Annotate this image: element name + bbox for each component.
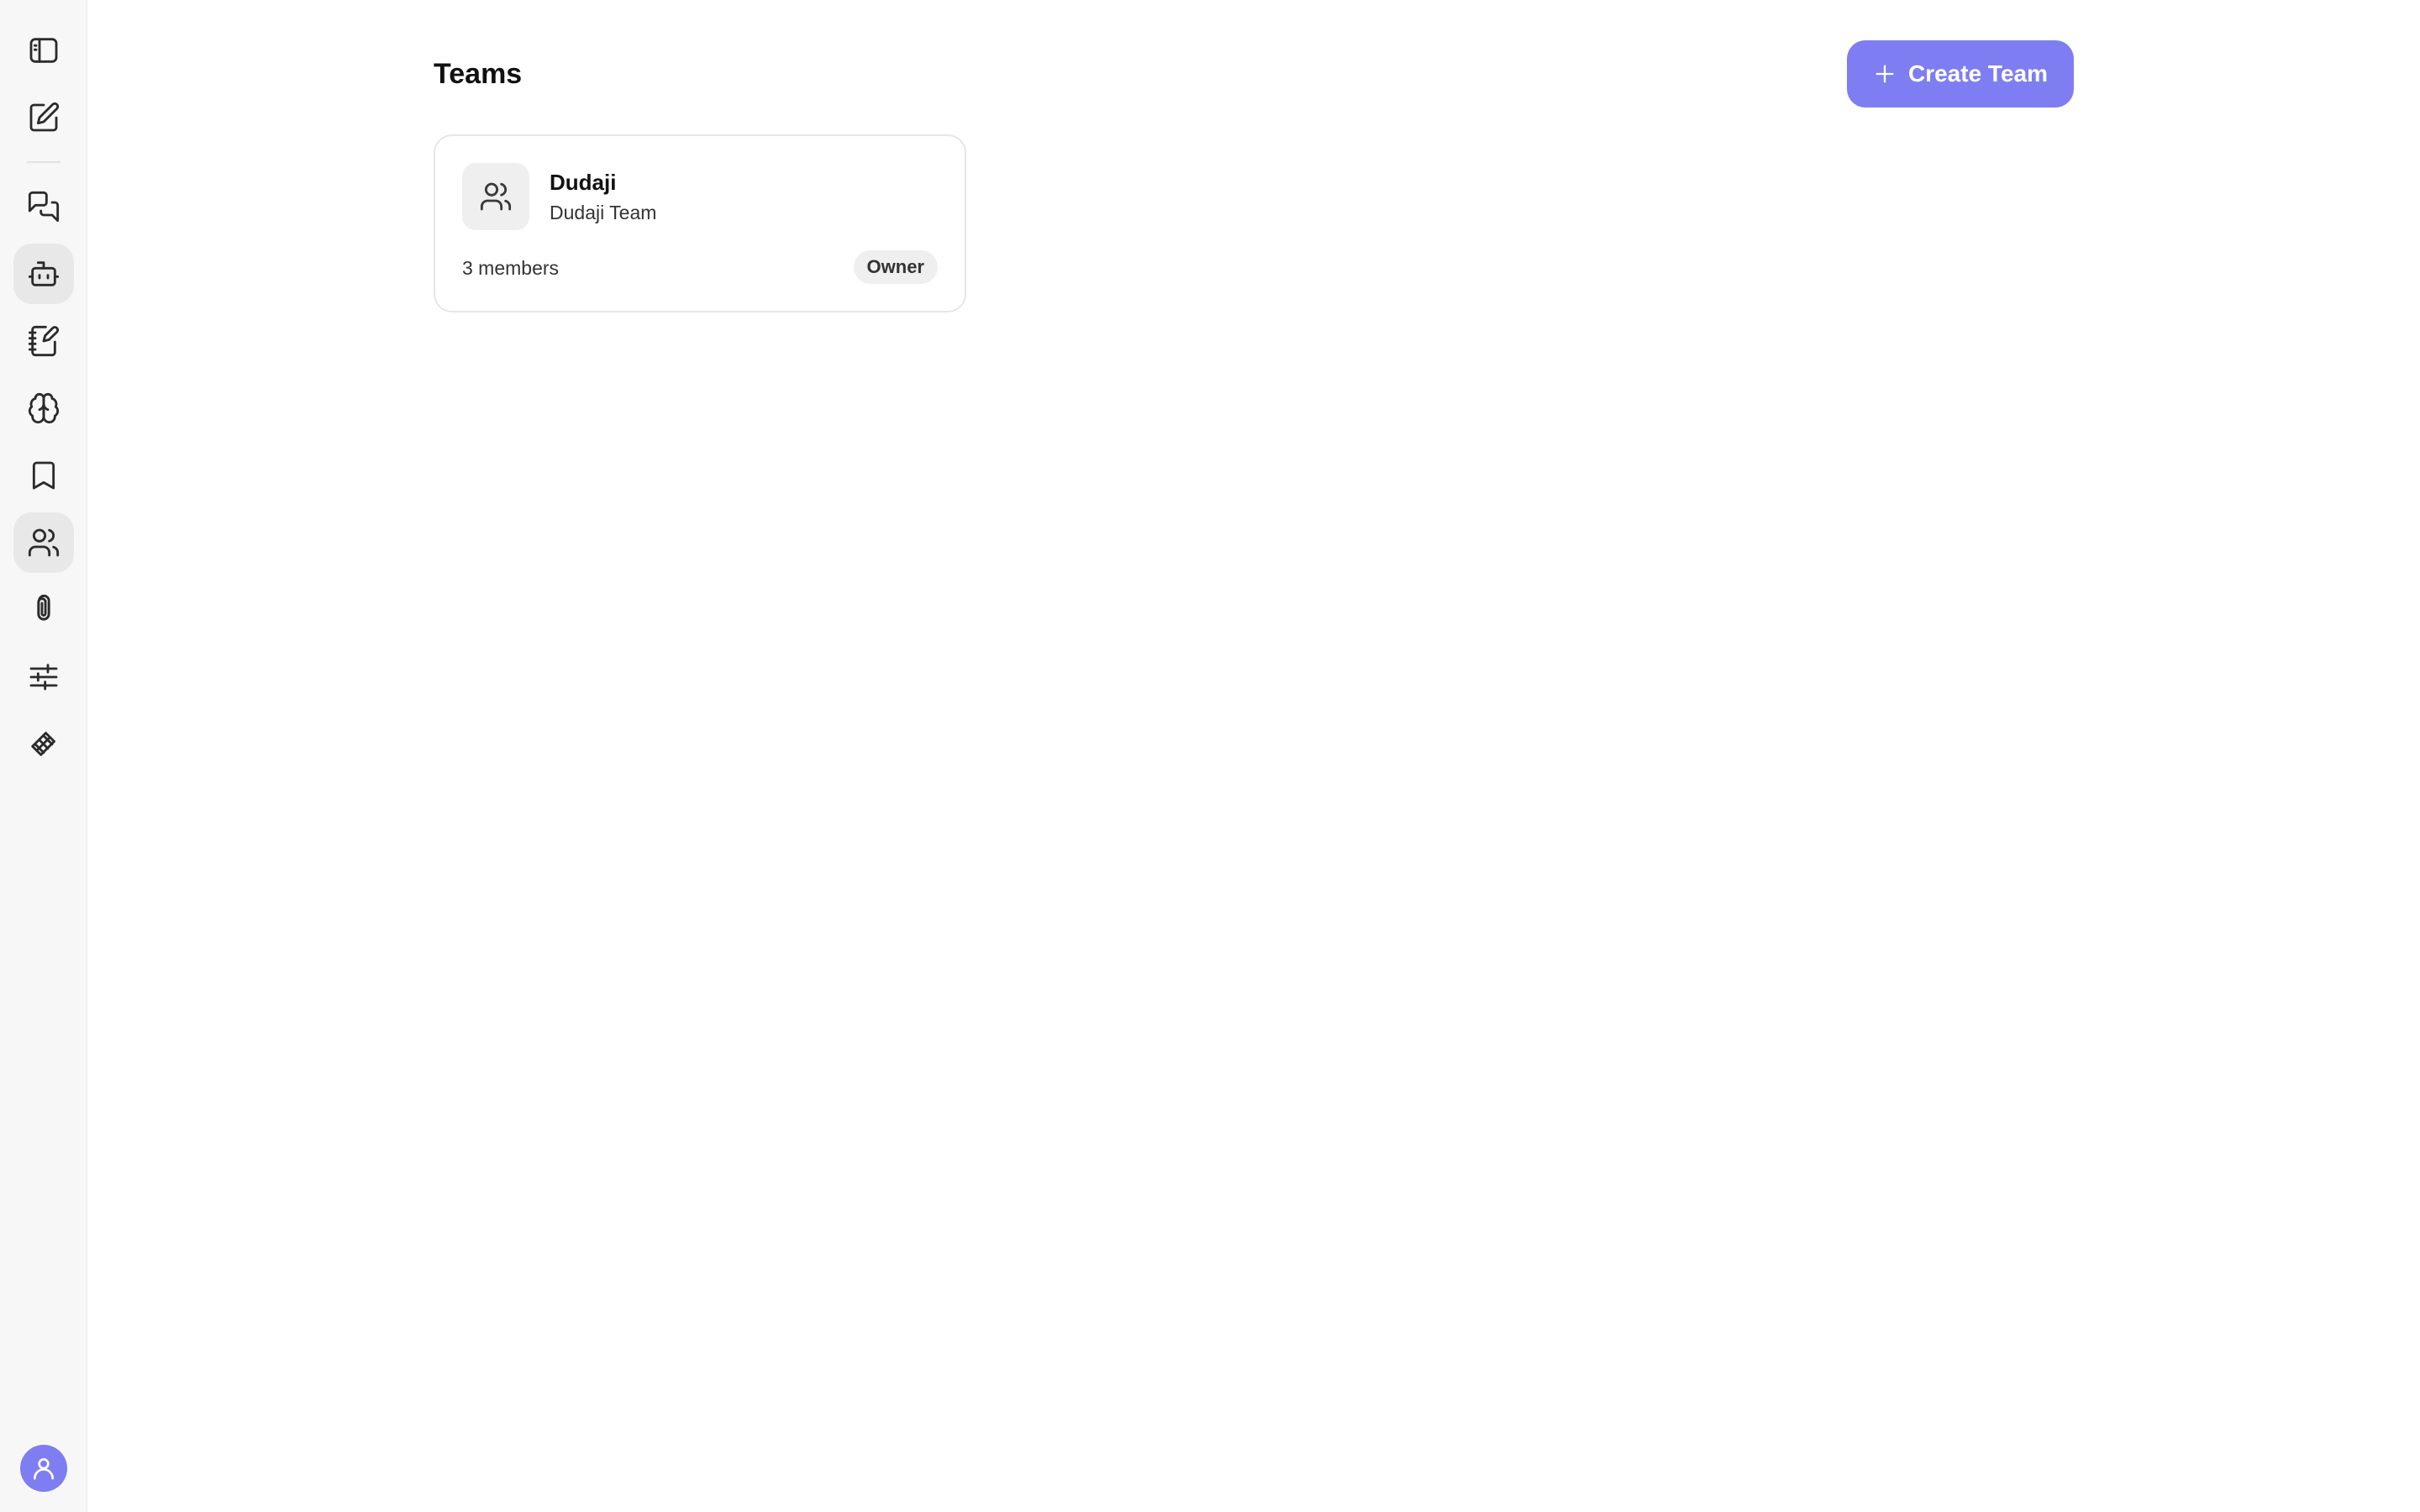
notebook-pen-icon [28, 325, 60, 357]
sliders-icon [29, 664, 58, 690]
sidebar-item-attachments[interactable] [13, 580, 74, 640]
team-name: Dudaji [550, 170, 617, 195]
team-description: Dudaji Team [550, 202, 657, 223]
team-avatar [462, 163, 529, 230]
sidebar [0, 0, 87, 1512]
profile-avatar-button[interactable] [20, 1445, 67, 1492]
bot-icon [28, 261, 60, 286]
users-icon [480, 182, 512, 211]
team-card[interactable]: Dudaji Dudaji Team 3 members Owner [434, 134, 966, 312]
users-icon [28, 528, 60, 557]
user-icon [34, 1458, 54, 1480]
bookmark-icon [32, 461, 55, 490]
messages-icon [28, 191, 60, 223]
sidebar-item-teams[interactable] [13, 512, 74, 573]
sidebar-item-settings[interactable] [13, 647, 74, 707]
sidebar-item-agents[interactable] [13, 244, 74, 304]
sidebar-item-memory[interactable] [13, 378, 74, 438]
edit-icon [29, 102, 60, 132]
layers-icon [31, 732, 55, 756]
app-root: Teams Create Team Dudaji Dudaji Team 3 m… [0, 0, 2420, 1512]
sidebar-item-notebooks[interactable] [13, 311, 74, 371]
sidebar-divider [27, 161, 60, 163]
sidebar-item-chats[interactable] [13, 176, 74, 237]
plus-icon [1876, 65, 1894, 83]
create-team-button[interactable]: Create Team [1847, 40, 2074, 108]
sidebar-toggle-button[interactable] [13, 20, 74, 81]
new-chat-button[interactable] [13, 87, 74, 148]
team-member-count: 3 members [462, 257, 560, 279]
create-team-label: Create Team [1907, 60, 2048, 87]
paperclip-icon [37, 594, 50, 621]
sidebar-item-extensions[interactable] [13, 714, 74, 774]
page-title: Teams [434, 58, 523, 90]
brain-icon [28, 392, 60, 424]
sidebar-item-bookmarks[interactable] [13, 445, 74, 506]
sidebar-toggle-icon [29, 38, 58, 63]
role-badge: Owner [853, 250, 938, 284]
